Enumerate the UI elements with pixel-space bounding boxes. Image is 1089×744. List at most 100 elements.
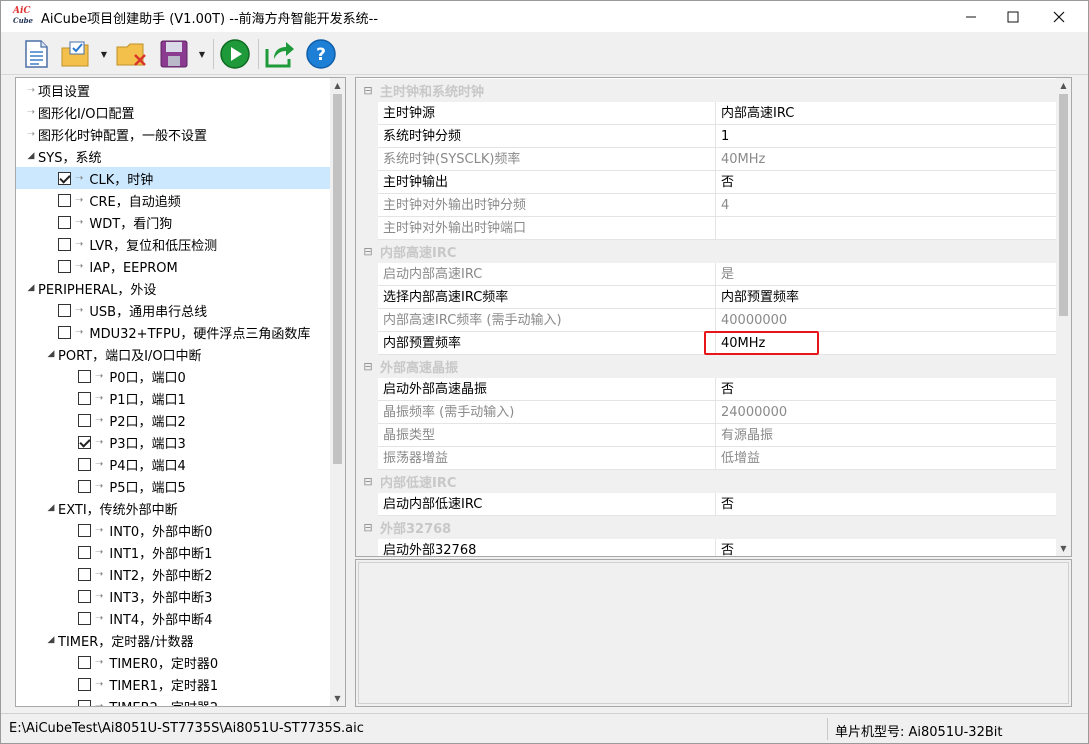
property-value[interactable]: 内部预置频率 (716, 286, 1057, 309)
property-row[interactable]: 振荡器增益 低增益 (356, 447, 1057, 470)
tree-item[interactable]: ➝ P4口，端口4 (16, 453, 331, 475)
tree-item[interactable]: ➝ MDU32+TFPU，硬件浮点三角函数库 (16, 321, 331, 343)
tree-item[interactable]: ➝ P3口，端口3 (16, 431, 331, 453)
run-button[interactable] (218, 37, 252, 71)
property-row[interactable]: 启动外部32768 否 (356, 539, 1057, 556)
tree-item[interactable]: ➝ TIMER2，定时器2 (16, 695, 331, 706)
tree-scrollbar[interactable]: ▲ ▼ (330, 78, 345, 706)
tree-checkbox[interactable] (78, 435, 91, 449)
tree-item[interactable]: ➝ P0口，端口0 (16, 365, 331, 387)
save-project-button[interactable] (157, 37, 191, 71)
property-value[interactable]: 是 (716, 263, 1057, 286)
tree-checkbox[interactable] (78, 523, 91, 537)
property-value[interactable]: 40MHz (716, 148, 1057, 171)
property-row[interactable]: 晶振类型 有源晶振 (356, 424, 1057, 447)
property-value[interactable]: 内部高速IRC (716, 102, 1057, 125)
property-value[interactable]: 4 (716, 194, 1057, 217)
property-category[interactable]: ⊟ 主时钟和系统时钟 (356, 79, 1057, 102)
property-row[interactable]: 启动内部低速IRC 否 (356, 493, 1057, 516)
collapse-toggle-icon[interactable]: ⊟ (356, 475, 380, 488)
tree-checkbox[interactable] (58, 237, 71, 251)
property-row[interactable]: 晶振频率 (需手动输入) 24000000 (356, 401, 1057, 424)
scroll-up-arrow-icon[interactable]: ▲ (1056, 78, 1071, 93)
tree-item[interactable]: ➝ INT4，外部中断4 (16, 607, 331, 629)
property-row[interactable]: 主时钟对外输出时钟端口 (356, 217, 1057, 240)
property-value[interactable]: 否 (716, 171, 1057, 194)
tree-item[interactable]: ➝ INT3，外部中断3 (16, 585, 331, 607)
tree-item[interactable]: ➝ 项目设置 (16, 79, 331, 101)
property-value[interactable]: 有源晶振 (716, 424, 1057, 447)
property-row[interactable]: 启动外部高速晶振否 (356, 378, 1057, 401)
property-category[interactable]: ⊟ 内部低速IRC (356, 470, 1057, 493)
property-row[interactable]: 主时钟源 内部高速IRC (356, 102, 1057, 125)
tree-checkbox[interactable] (58, 193, 71, 207)
tree-checkbox[interactable] (78, 567, 91, 581)
tree-checkbox[interactable] (58, 325, 71, 339)
tree-item[interactable]: ◢ EXTI，传统外部中断 (16, 497, 331, 519)
minimize-button[interactable] (948, 1, 994, 32)
tree-checkbox[interactable] (78, 611, 91, 625)
save-dropdown-arrow-icon[interactable]: ▼ (197, 50, 207, 60)
tree-checkbox[interactable] (78, 655, 91, 669)
tree-item[interactable]: ➝ INT2，外部中断2 (16, 563, 331, 585)
tree-item[interactable]: ➝ CRE，自动追频 (16, 189, 331, 211)
property-value[interactable]: 否 (716, 378, 1057, 401)
tree-checkbox[interactable] (58, 259, 71, 273)
property-row[interactable]: 内部高速IRC频率 (需手动输入) 40000000 (356, 309, 1057, 332)
scroll-thumb[interactable] (333, 94, 342, 464)
tree-checkbox[interactable] (78, 369, 91, 383)
tree-checkbox[interactable] (78, 677, 91, 691)
property-value[interactable]: 否 (716, 539, 1057, 556)
tree-item[interactable]: ➝ 图形化I/O口配置 (16, 101, 331, 123)
property-grid[interactable]: ⊟ 主时钟和系统时钟 主时钟源 内部高速IRC 系统时钟分频 1 系统时钟(SYSCLK)频… (355, 77, 1072, 557)
tree-item[interactable]: ➝ IAP，EEPROM (16, 255, 331, 277)
tree-item[interactable]: ➝ TIMER0，定时器0 (16, 651, 331, 673)
tree-item[interactable]: ➝ TIMER1，定时器1 (16, 673, 331, 695)
property-category[interactable]: ⊟ 外部32768 (356, 516, 1057, 539)
property-row[interactable]: 主时钟输出否 (356, 171, 1057, 194)
tree-item[interactable]: ➝ WDT，看门狗 (16, 211, 331, 233)
tree-checkbox[interactable] (78, 545, 91, 559)
tree-checkbox[interactable] (58, 303, 71, 317)
config-tree[interactable]: ➝ 项目设置 ➝ 图形化I/O口配置 ➝ 图形化时钟配置，一般不设置 ◢ SYS，系统 ➝ CLK… (15, 77, 346, 707)
tree-item[interactable]: ➝ INT1，外部中断1 (16, 541, 331, 563)
tree-item[interactable]: ➝ USB，通用串行总线 (16, 299, 331, 321)
collapse-toggle-icon[interactable]: ⊟ (356, 521, 380, 534)
tree-item[interactable]: ◢ SYS，系统 (16, 145, 331, 167)
property-value[interactable]: 40000000 (716, 309, 1057, 332)
property-row[interactable]: 内部预置频率 40MHz (356, 331, 1057, 355)
collapse-toggle-icon[interactable]: ⊟ (356, 84, 380, 97)
tree-item[interactable]: ➝ P2口，端口2 (16, 409, 331, 431)
property-category[interactable]: ⊟ 外部高速晶振 (356, 355, 1057, 378)
property-row[interactable]: 系统时钟(SYSCLK)频率 40MHz (356, 148, 1057, 171)
expand-arrow-icon[interactable]: ◢ (44, 349, 58, 359)
property-row[interactable]: 主时钟对外输出时钟分频 4 (356, 194, 1057, 217)
tree-checkbox[interactable] (78, 699, 91, 706)
tree-item[interactable]: ◢ PORT，端口及I/O口中断 (16, 343, 331, 365)
close-project-button[interactable] (115, 37, 149, 71)
tree-checkbox[interactable] (78, 391, 91, 405)
property-value[interactable]: 1 (716, 125, 1057, 148)
expand-arrow-icon[interactable]: ◢ (44, 635, 58, 645)
tree-item[interactable]: ➝ LVR，复位和低压检测 (16, 233, 331, 255)
property-row[interactable]: 选择内部高速IRC频率 内部预置频率 (356, 286, 1057, 309)
open-dropdown-arrow-icon[interactable]: ▼ (99, 50, 109, 60)
tree-item[interactable]: ➝ P1口，端口1 (16, 387, 331, 409)
grid-scrollbar[interactable]: ▲ ▼ (1056, 78, 1071, 556)
tree-checkbox[interactable] (78, 479, 91, 493)
expand-arrow-icon[interactable]: ◢ (24, 283, 38, 293)
tree-item[interactable]: ➝ P5口，端口5 (16, 475, 331, 497)
scroll-thumb[interactable] (1059, 94, 1068, 316)
tree-checkbox[interactable] (78, 589, 91, 603)
scroll-down-arrow-icon[interactable]: ▼ (1056, 541, 1071, 556)
collapse-toggle-icon[interactable]: ⊟ (356, 245, 380, 258)
help-button[interactable]: ? (304, 37, 338, 71)
open-project-button[interactable] (59, 37, 93, 71)
tree-checkbox[interactable] (58, 215, 71, 229)
tree-item[interactable]: ◢ PERIPHERAL，外设 (16, 277, 331, 299)
property-row[interactable]: 系统时钟分频 1 (356, 125, 1057, 148)
scroll-down-arrow-icon[interactable]: ▼ (330, 691, 345, 706)
new-project-button[interactable] (19, 37, 53, 71)
property-value[interactable] (716, 217, 1057, 240)
property-row[interactable]: 启动内部高速IRC 是 (356, 263, 1057, 286)
